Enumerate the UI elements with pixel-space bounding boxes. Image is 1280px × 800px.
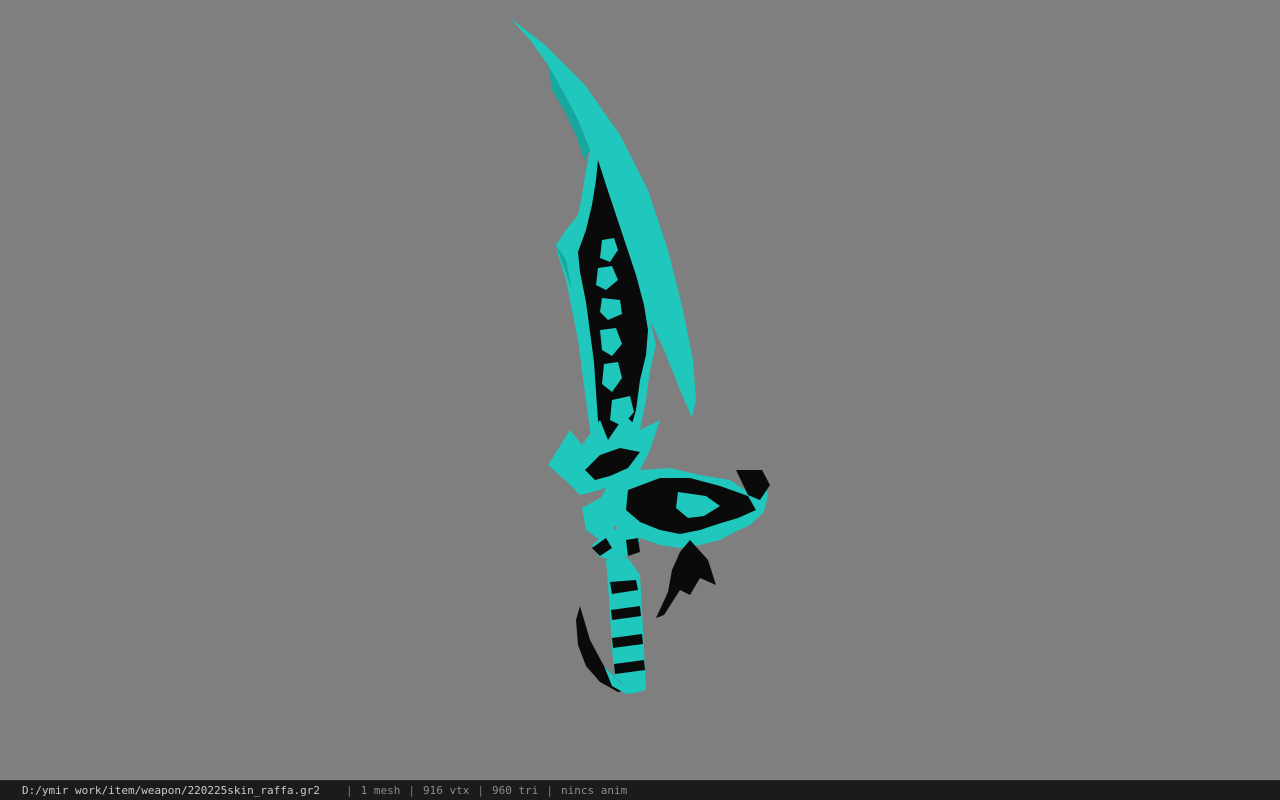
status-bar: D:/ymir work/item/weapon/220225skin_raff… [0, 780, 1280, 800]
status-separator: | [408, 784, 416, 797]
status-separator: | [546, 784, 553, 797]
triangle-count-label: 960 tri [492, 784, 539, 797]
mesh-count-label: 1 mesh [360, 784, 401, 797]
vertex-count-label: 916 vtx [423, 784, 470, 797]
model-viewport[interactable] [0, 0, 1280, 780]
status-separator: | [477, 784, 484, 797]
handle [606, 558, 646, 694]
status-separator: | [346, 784, 353, 797]
grip-ring-dark-2 [626, 538, 640, 556]
sword-model[interactable] [0, 0, 1280, 780]
file-path-label: D:/ymir work/item/weapon/220225skin_raff… [22, 784, 321, 797]
guard-spike-lower [656, 540, 716, 618]
anim-status-label: nincs anim [560, 784, 628, 797]
